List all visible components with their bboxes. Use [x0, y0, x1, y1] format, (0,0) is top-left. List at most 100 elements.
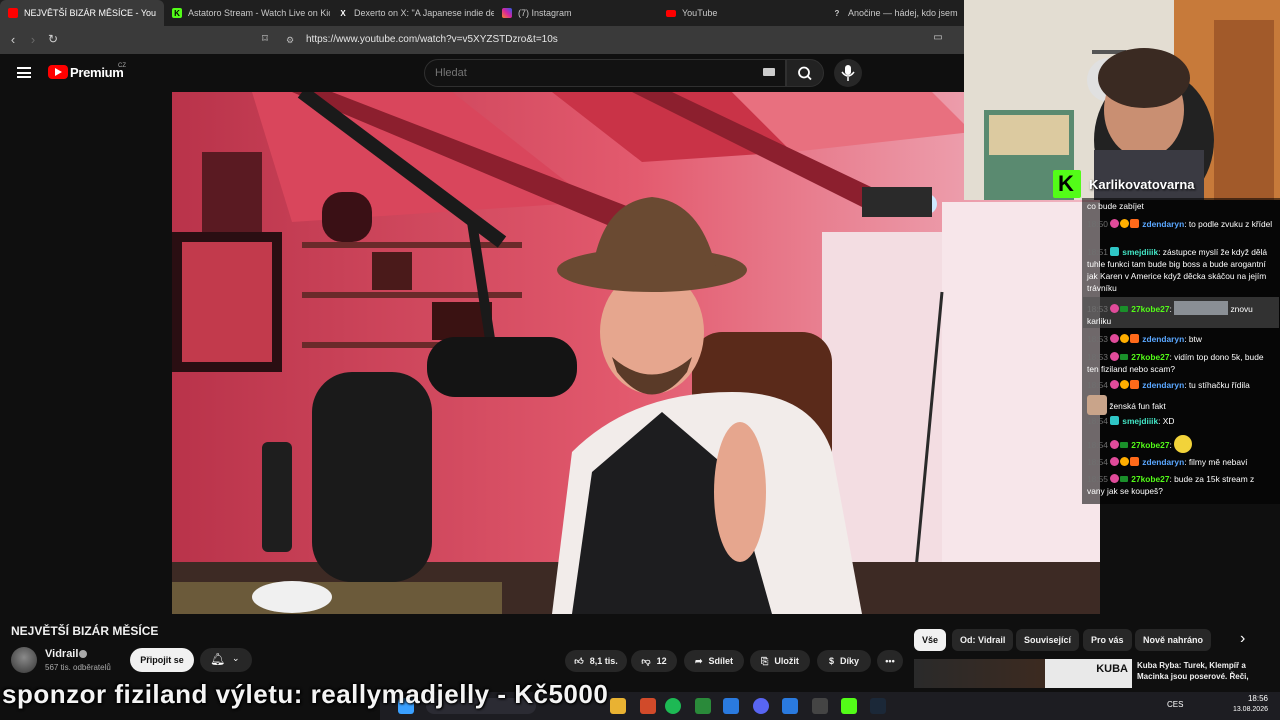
chip-recently-uploaded[interactable]: Nově nahráno: [1135, 629, 1212, 651]
chips-next-icon[interactable]: ›: [1240, 630, 1245, 648]
forward-icon[interactable]: ›: [25, 32, 41, 47]
chat-message: 18:53 27kobe27: vidím top dono 5k, bude …: [1087, 352, 1264, 374]
discord-icon[interactable]: [753, 698, 769, 714]
chat-username: smejdiiik: [1122, 247, 1159, 257]
search-button[interactable]: [786, 59, 824, 87]
badge-icon: [1109, 457, 1119, 466]
search-input[interactable]: [424, 59, 786, 87]
chip-related[interactable]: Související: [1016, 629, 1080, 651]
chat-username: zdendaryn: [1142, 334, 1185, 344]
thumbs-down-icon: 👎︎: [641, 655, 651, 666]
channel-name[interactable]: Vidrail: [45, 648, 78, 660]
like-button[interactable]: 👍︎ 8,1 tis.: [565, 650, 627, 672]
badge-icon: [1119, 219, 1129, 228]
chat-timestamp: 18:50: [1087, 219, 1108, 229]
premium-label: Premium: [70, 65, 124, 80]
badge-icon: [1119, 476, 1128, 482]
channel-avatar[interactable]: [11, 647, 37, 673]
chat-timestamp: 18:54: [1087, 416, 1108, 426]
related-video-title[interactable]: Kuba Ryba: Turek, Klempíř a Macinka jsou…: [1137, 660, 1277, 682]
notifications-button[interactable]: 🔔︎ ⌄: [200, 648, 252, 672]
badge-icon: [1119, 457, 1129, 466]
clock-date[interactable]: 13.08.2026: [1233, 706, 1268, 713]
video-player[interactable]: [172, 92, 1100, 614]
language-indicator[interactable]: CES: [1167, 700, 1183, 709]
file-explorer-icon[interactable]: [610, 698, 626, 714]
youtube-logo-icon[interactable]: [48, 65, 68, 79]
badge-icon: [1109, 352, 1119, 361]
tab-kick[interactable]: K Astatoro Stream - Watch Live on Kick: [164, 0, 330, 26]
tab-title: (7) Instagram: [518, 8, 572, 18]
instagram-icon: [502, 8, 512, 18]
save-icon: ⎘: [761, 655, 769, 666]
webcam-feed: [964, 0, 1280, 200]
kick-logo-icon: [1053, 170, 1081, 198]
join-button[interactable]: Připojit se: [130, 648, 194, 672]
kick-icon[interactable]: [841, 698, 857, 714]
tab-anocine[interactable]: ? Anočine — hádej, kdo jsem: [824, 0, 964, 26]
app-icon[interactable]: [695, 698, 711, 714]
chat-message: 18:51 smejdiiik: zástupce myslí že když …: [1087, 247, 1268, 293]
site-info-icon[interactable]: ⚙: [286, 31, 294, 49]
browser-tab-strip: NEJVĚTŠÍ BIZÁR MĚSÍCE - You ✕ K Astatoro…: [0, 0, 964, 26]
webcam-image: [964, 0, 1280, 200]
voice-search-button[interactable]: [834, 59, 862, 87]
video-title: NEJVĚTŠÍ BIZÁR MĚSÍCE: [11, 624, 159, 638]
emote-image: [1087, 395, 1107, 415]
menu-icon[interactable]: [17, 67, 31, 78]
tab-title: YouTube: [682, 8, 718, 18]
tab-youtube[interactable]: YouTube: [658, 0, 824, 26]
dislike-count: 12: [656, 656, 667, 666]
related-video-thumbnail[interactable]: KUBA: [914, 659, 1132, 688]
back-icon[interactable]: ‹: [5, 32, 21, 47]
dislike-button[interactable]: 👎︎ 12: [631, 650, 677, 672]
badge-icon: [1129, 219, 1139, 228]
clock-time[interactable]: 18:56: [1248, 694, 1268, 703]
tab-youtube-video[interactable]: NEJVĚTŠÍ BIZÁR MĚSÍCE - You ✕: [0, 0, 164, 26]
like-count: 8,1 tis.: [589, 656, 618, 666]
share-label: Sdílet: [708, 656, 734, 666]
bell-icon: 🔔︎: [210, 652, 226, 666]
more-actions-button[interactable]: •••: [877, 650, 903, 672]
thanks-label: Díky: [840, 656, 860, 666]
tab-instagram[interactable]: (7) Instagram: [494, 0, 658, 26]
obs-icon[interactable]: [812, 698, 828, 714]
bookmark-icon[interactable]: ⌑: [257, 32, 273, 45]
reload-icon[interactable]: ↻: [45, 32, 61, 46]
steam-icon[interactable]: [870, 698, 886, 714]
cast-icon[interactable]: ▭: [930, 32, 946, 43]
chat-text: co bude zabíjet: [1087, 201, 1144, 211]
badge-icon: [1129, 457, 1139, 466]
chat-message: co bude zabíjet: [1087, 200, 1273, 212]
chat-text: filmy mě nebaví: [1188, 457, 1248, 467]
tab-x[interactable]: X Dexerto on X: "A Japanese indie dev: [330, 0, 494, 26]
chat-message: 18:54 zdendaryn: filmy mě nebaví: [1087, 457, 1248, 467]
chip-all[interactable]: Vše: [914, 629, 947, 651]
badge-icon: [1109, 380, 1119, 389]
app-icon[interactable]: [782, 698, 798, 714]
chat-message: 18:54 zdendaryn: tu stíhačku řídila: [1087, 380, 1250, 390]
app-icon[interactable]: [723, 698, 739, 714]
tab-title: Anočine — hádej, kdo jsem: [848, 8, 958, 18]
chat-text: btw: [1188, 334, 1202, 344]
chat-text: to podle zvuku z křídel: [1188, 219, 1273, 229]
keyboard-icon[interactable]: [763, 68, 775, 76]
share-button[interactable]: ➦ Sdílet: [684, 650, 744, 672]
thanks-icon: $: [828, 656, 834, 666]
chat-timestamp: 18:54: [1087, 457, 1108, 467]
chip-from-channel[interactable]: Od: Vidrail: [952, 629, 1014, 651]
url-field[interactable]: ⚙ https://www.youtube.com/watch?v=v5XYZS…: [280, 31, 952, 49]
more-icon: •••: [885, 656, 895, 666]
badge-icon: [1109, 304, 1119, 313]
save-button[interactable]: ⎘ Uložit: [750, 650, 810, 672]
chat-username: zdendaryn: [1142, 219, 1185, 229]
chip-for-you[interactable]: Pro vás: [1083, 629, 1132, 651]
save-label: Uložit: [774, 656, 799, 666]
thanks-button[interactable]: $ Díky: [817, 650, 871, 672]
spotify-icon[interactable]: [665, 698, 681, 714]
chat-text: ženská fun fakt: [1109, 401, 1166, 411]
chat-username: 27kobe27: [1131, 440, 1170, 450]
brave-icon[interactable]: [640, 698, 656, 714]
sponsor-overlay-text: sponzor fiziland výletu: reallymadjelly …: [2, 679, 609, 709]
badge-icon: [1119, 442, 1128, 448]
